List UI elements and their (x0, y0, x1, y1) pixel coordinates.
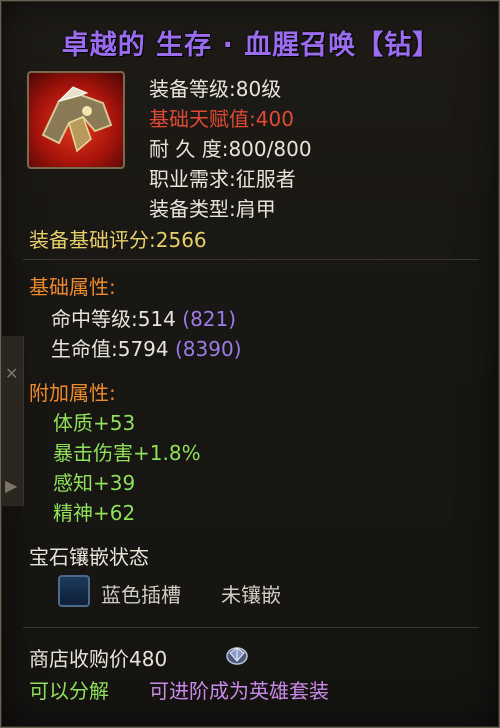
base-talent: 基础天赋值:400 (149, 107, 294, 131)
base-attribute-hp: 生命值:5794 (8390) (51, 337, 242, 361)
divider (23, 627, 479, 628)
play-icon[interactable]: ▶ (5, 476, 17, 495)
sell-price: 商店收购价480 (29, 647, 168, 671)
item-title: 卓越的 生存 · 血腥召唤【钻】 (61, 30, 441, 61)
gem-status-header: 宝石镶嵌状态 (29, 545, 149, 569)
side-panel-edge: ✕ ▶ (1, 336, 24, 506)
close-icon[interactable]: ✕ (5, 364, 18, 383)
extra-attribute-stamina: 体质+53 (53, 411, 136, 435)
socket-label: 蓝色插槽 (101, 583, 181, 607)
base-score: 装备基础评分:2566 (29, 228, 207, 252)
extra-attributes-header: 附加属性: (29, 381, 116, 405)
durability: 耐 久 度:800/800 (149, 137, 312, 161)
class-requirement: 职业需求:征服者 (149, 167, 296, 191)
equip-type: 装备类型:肩甲 (149, 197, 276, 221)
upgrade-status: 可进阶成为英雄套装 (149, 679, 329, 703)
socket-state: 未镶嵌 (221, 583, 281, 607)
gem-currency-icon (223, 641, 251, 669)
item-tooltip: ✕ ▶ 卓越的 生存 · 血腥召唤【钻】 装备等级:80级 基础天赋值:400 … (0, 0, 500, 728)
divider (23, 259, 479, 260)
shoulder-armor-icon (27, 71, 125, 169)
base-attributes-header: 基础属性: (29, 275, 116, 299)
extra-attribute-crit-damage: 暴击伤害+1.8% (53, 441, 201, 465)
extra-attribute-spirit: 精神+62 (53, 501, 136, 525)
extra-attribute-perception: 感知+39 (53, 471, 136, 495)
base-attribute-hit: 命中等级:514 (821) (51, 307, 237, 331)
equip-level: 装备等级:80级 (149, 77, 282, 101)
decompose-status: 可以分解 (29, 679, 109, 703)
blue-socket-icon (58, 575, 90, 607)
